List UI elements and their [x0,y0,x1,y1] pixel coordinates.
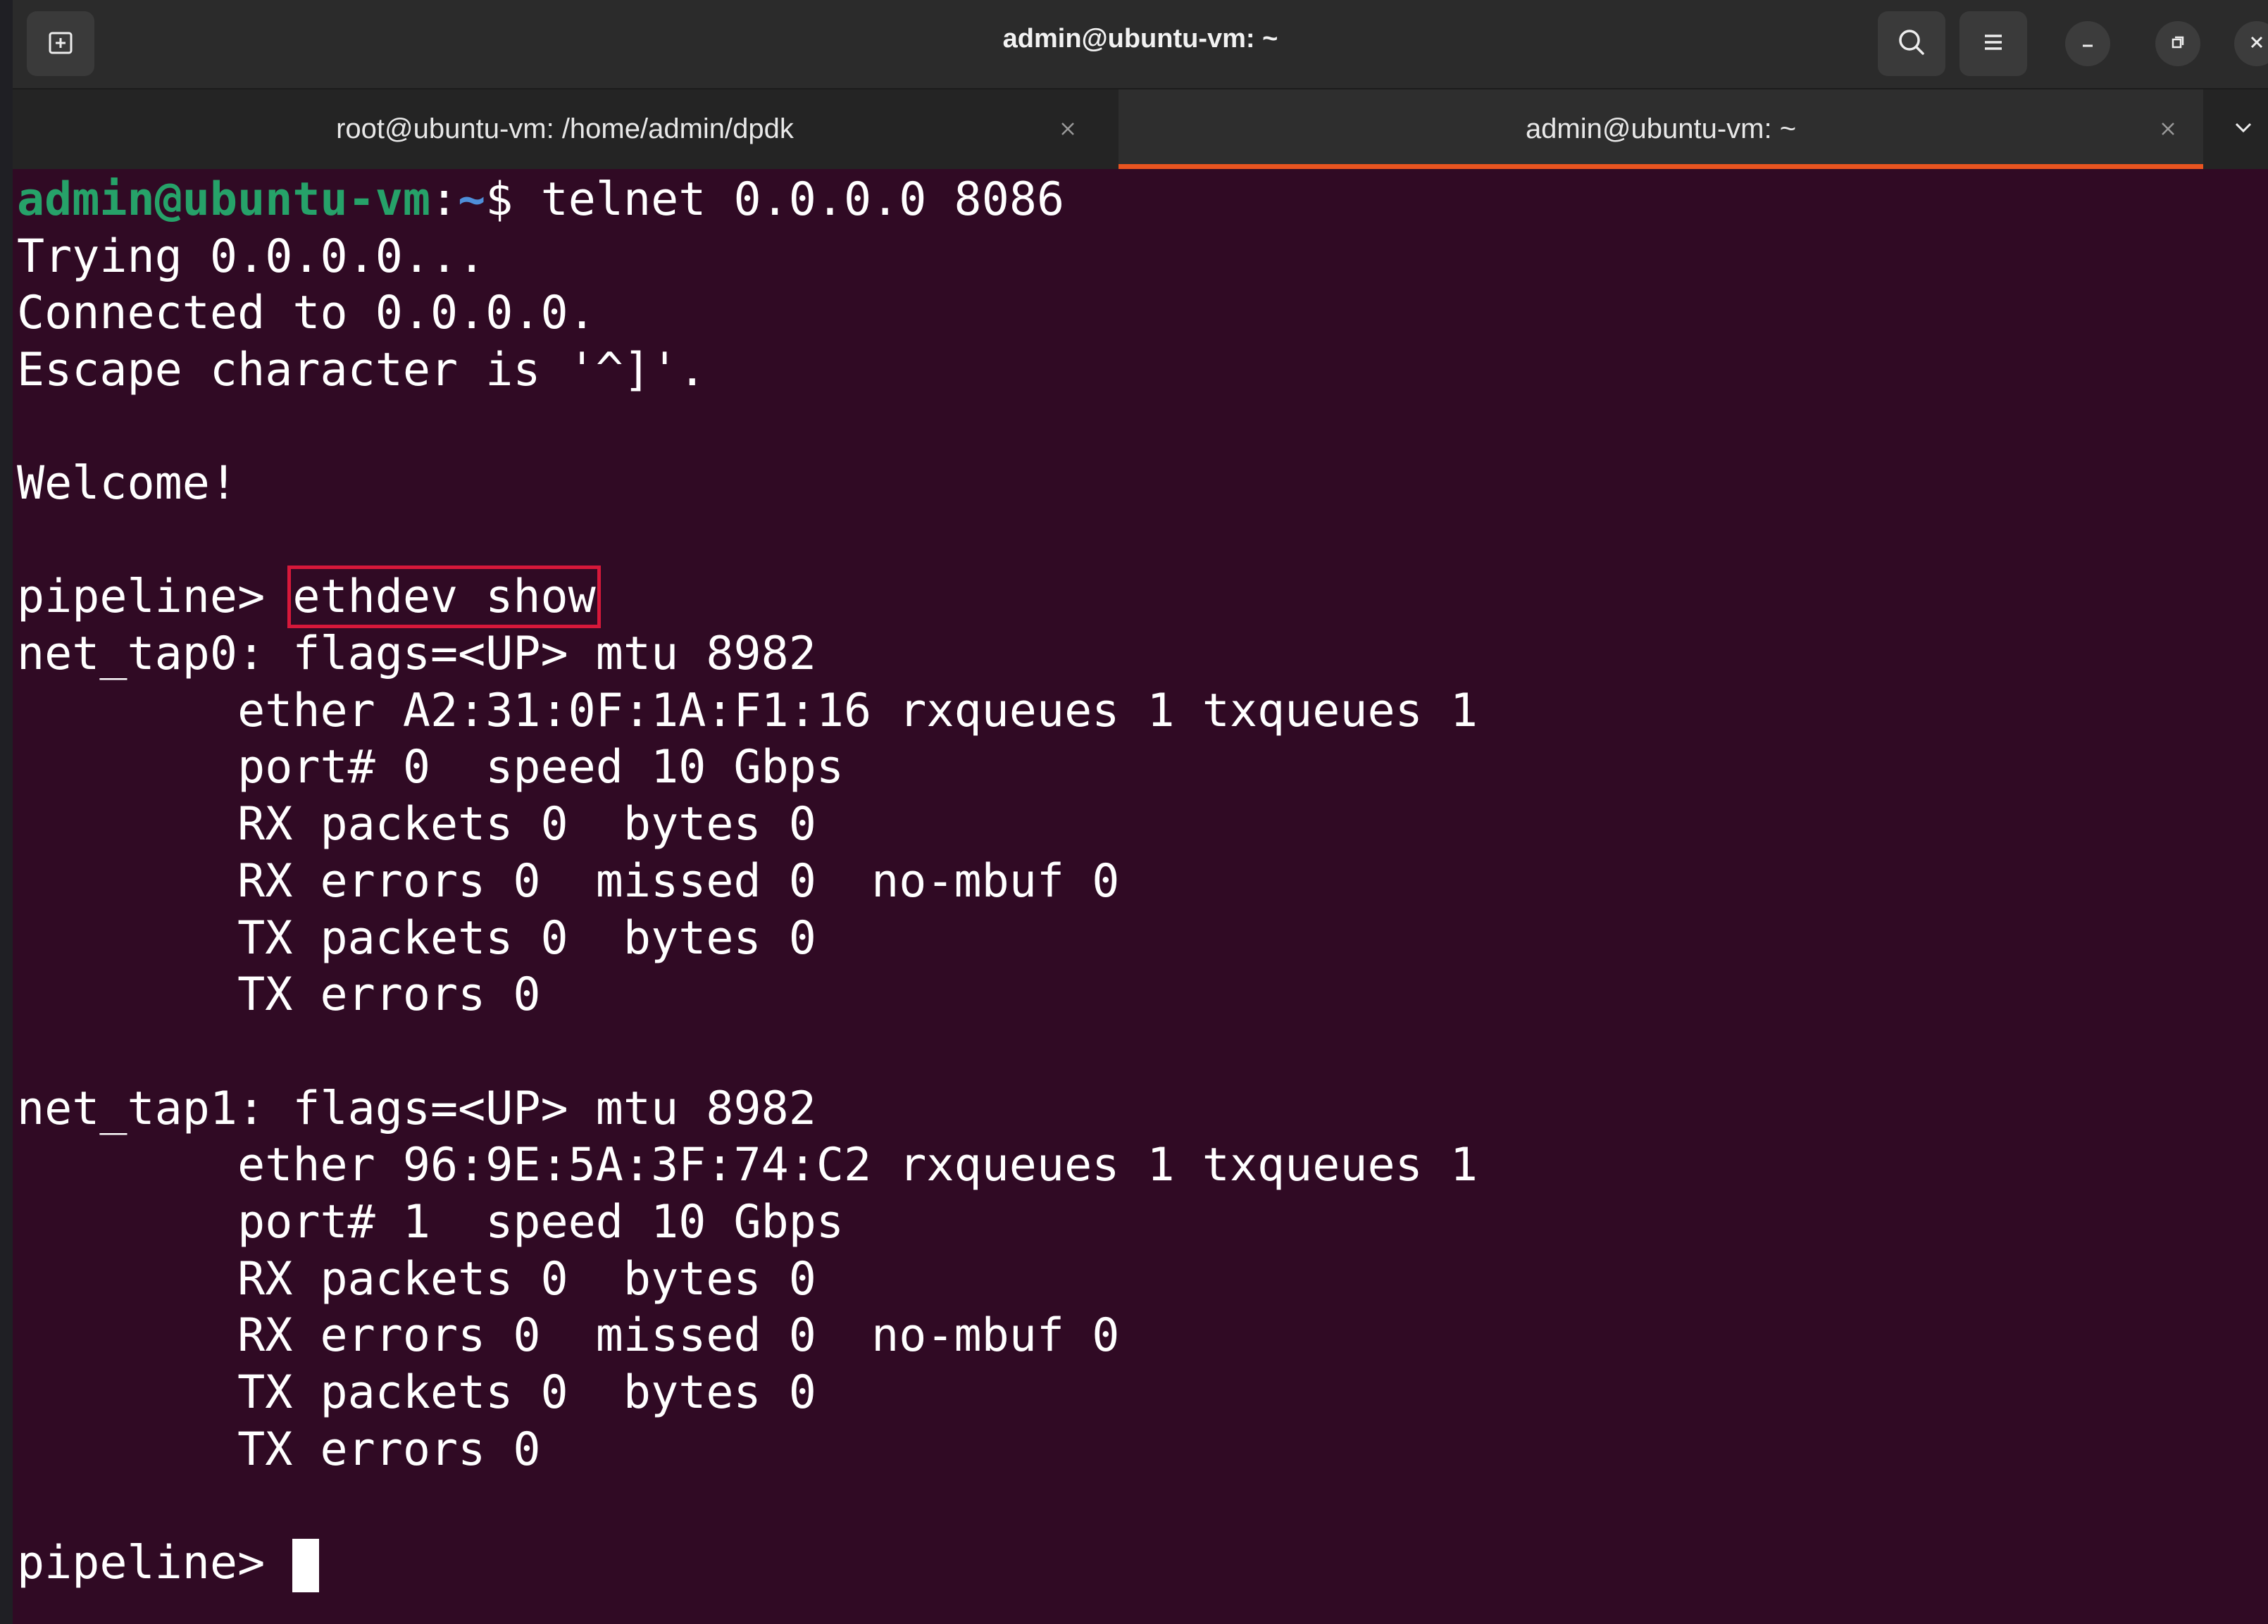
text-cursor [292,1538,320,1592]
output-line: RX packets 0 bytes 0 [17,1253,816,1306]
prompt-dollar: $ [485,173,541,226]
maximize-button[interactable] [2155,21,2200,66]
output-line: TX packets 0 bytes 0 [17,1366,816,1419]
terminal-window: admin@ubuntu-vm: ~ root@ubuntu-vm: /home… [0,0,2268,1624]
tab-close-button[interactable] [1048,109,1088,149]
tabs-dropdown-button[interactable] [2219,89,2268,169]
minimize-button[interactable] [2065,21,2110,66]
output-line: Trying 0.0.0.0... [17,230,486,283]
prompt-path: ~ [458,173,486,226]
output-line: RX errors 0 missed 0 no-mbuf 0 [17,855,1120,908]
output-line: port# 1 speed 10 Gbps [17,1196,844,1249]
output-line: Welcome! [17,457,238,510]
terminal-output[interactable]: admin@ubuntu-vm:~$ telnet 0.0.0.0 8086 T… [17,169,2264,1624]
search-button[interactable] [1878,11,1945,76]
tab-close-button[interactable] [2148,109,2188,149]
output-line: RX errors 0 missed 0 no-mbuf 0 [17,1309,1120,1362]
output-line: RX packets 0 bytes 0 [17,798,816,851]
output-line: ether 96:9E:5A:3F:74:C2 rxqueues 1 txque… [17,1139,1478,1192]
command-line: admin@ubuntu-vm:~$ telnet 0.0.0.0 8086 [17,172,1064,228]
output-line: net_tap0: flags=<UP> mtu 8982 [17,627,816,680]
minimize-icon [2078,32,2098,56]
command-text: telnet 0.0.0.0 8086 [540,173,1065,226]
highlighted-command: ethdev show [287,566,601,628]
output-line: ether A2:31:0F:1A:F1:16 rxqueues 1 txque… [17,685,1478,737]
close-icon [2159,113,2177,145]
close-icon [2247,32,2267,56]
output-line: port# 0 speed 10 Gbps [17,741,844,794]
close-icon [1059,113,1077,145]
prompt-colon: : [430,173,459,226]
tab-root-dpdk[interactable]: root@ubuntu-vm: /home/admin/dpdk [13,89,1117,169]
final-prompt-line: pipeline> [17,1535,320,1592]
window-left-edge [0,0,13,1624]
hamburger-menu-icon [1979,28,2007,60]
menu-button[interactable] [1959,11,2027,76]
output-line: Connected to 0.0.0.0. [17,287,596,339]
output-line: TX errors 0 [17,1423,541,1476]
tab-label: admin@ubuntu-vm: ~ [1525,113,1797,144]
chevron-down-icon [2232,116,2255,142]
restore-icon [2168,32,2188,56]
pipeline-command-line: pipeline> ethdev show [17,566,601,628]
prompt-user: admin@ubuntu-vm [17,173,430,226]
pipeline-prompt: pipeline> [17,1537,293,1589]
tab-admin-home[interactable]: admin@ubuntu-vm: ~ [1119,89,2203,169]
search-icon [1896,27,1927,61]
header-bar: admin@ubuntu-vm: ~ [13,0,2268,89]
output-line: net_tap1: flags=<UP> mtu 8982 [17,1082,816,1135]
output-line: TX packets 0 bytes 0 [17,912,816,965]
output-line: TX errors 0 [17,968,541,1021]
output-line: Escape character is '^]'. [17,344,706,396]
tab-label: root@ubuntu-vm: /home/admin/dpdk [336,113,794,144]
tab-bar: root@ubuntu-vm: /home/admin/dpdk admin@u… [13,89,2268,169]
pipeline-prompt: pipeline> [17,570,293,623]
